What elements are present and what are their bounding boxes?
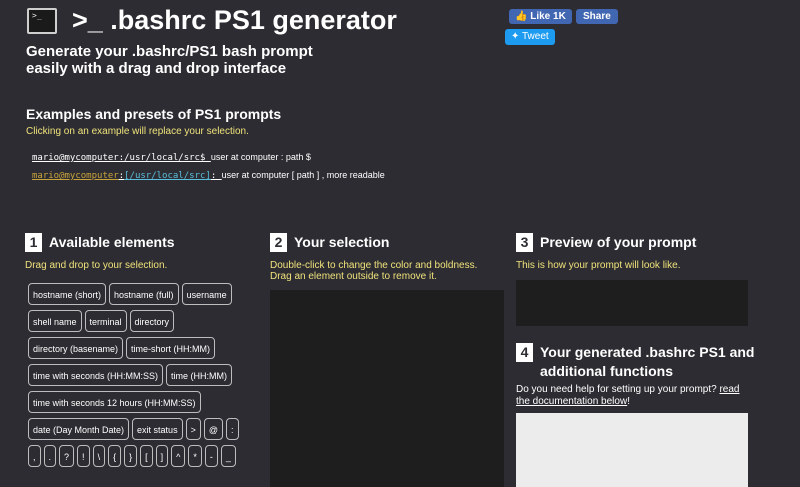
example-2-path: [/usr/local/src]: [124, 171, 211, 181]
help-suffix: !: [627, 396, 630, 407]
selection-drop-zone[interactable]: [270, 290, 504, 487]
app-title: >_ .bashrc PS1 generator: [72, 5, 397, 35]
selection-heading: 2 Your selection: [270, 233, 505, 252]
example-1-code: mario@mycomputer:/usr/local/src$: [32, 153, 211, 163]
element-button[interactable]: ^: [171, 445, 186, 467]
terminal-logo-icon: >_: [27, 8, 57, 34]
generated-section: 4 Your generated .bashrc PS1 and addition…: [516, 343, 776, 381]
available-elements-title: Available elements: [49, 234, 175, 250]
examples-heading: Examples and presets of PS1 prompts: [26, 106, 282, 122]
example-2-desc: user at computer [ path ] , more readabl…: [221, 170, 385, 180]
facebook-like-label: Like 1K: [530, 11, 566, 22]
element-button[interactable]: username: [181, 283, 232, 305]
twitter-bird-icon: ✦: [511, 31, 520, 42]
facebook-share-button[interactable]: Share: [576, 9, 618, 24]
tagline: Generate your .bashrc/PS1 bash prompt ea…: [26, 43, 313, 77]
element-button[interactable]: hostname (full): [109, 283, 179, 305]
step-number-1: 1: [25, 233, 42, 252]
element-button[interactable]: \: [92, 445, 106, 467]
example-1-desc: user at computer : path $: [210, 152, 311, 162]
preview-section: 3 Preview of your prompt This is how your…: [516, 233, 776, 271]
tweet-button[interactable]: ✦ Tweet: [505, 29, 555, 45]
element-button[interactable]: *: [188, 445, 202, 467]
element-button[interactable]: time with seconds 12 hours (HH:MM:SS): [28, 391, 201, 413]
element-button[interactable]: hostname (short): [28, 283, 107, 305]
element-button[interactable]: }: [124, 445, 138, 467]
element-button[interactable]: :: [225, 418, 239, 440]
element-button[interactable]: shell name: [28, 310, 82, 332]
examples-hint: Clicking on an example will replace your…: [26, 126, 249, 137]
selection-hint: Double-click to change the color and bol…: [270, 260, 505, 282]
element-button[interactable]: ,: [28, 445, 41, 467]
preview-title: Preview of your prompt: [540, 234, 697, 250]
example-preset-1[interactable]: mario@mycomputer:/usr/local/src$ user at…: [32, 151, 311, 164]
element-button[interactable]: ?: [59, 445, 75, 467]
element-button[interactable]: .: [43, 445, 57, 467]
example-2-user: mario@mycomputer: [32, 171, 119, 181]
facebook-like-button[interactable]: 👍 Like 1K: [509, 9, 572, 24]
generated-heading: 4 Your generated .bashrc PS1 and addition…: [516, 343, 776, 381]
element-button[interactable]: directory (basename): [28, 337, 124, 359]
step-number-3: 3: [516, 233, 533, 252]
selection-hint-line-2: Drag an element outside to remove it.: [270, 271, 437, 282]
element-button[interactable]: time with seconds (HH:MM:SS): [28, 364, 164, 386]
element-button[interactable]: terminal: [84, 310, 127, 332]
step-number-2: 2: [270, 233, 287, 252]
selection-hint-line-1: Double-click to change the color and bol…: [270, 260, 478, 271]
example-preset-2[interactable]: mario@mycomputer:[/usr/local/src]: user …: [32, 169, 385, 182]
element-button[interactable]: date (Day Month Date): [28, 418, 130, 440]
element-button[interactable]: directory: [129, 310, 175, 332]
selection-title: Your selection: [294, 234, 390, 250]
logo-prompt-text: >_: [32, 11, 42, 20]
element-button[interactable]: @: [203, 418, 223, 440]
element-button[interactable]: time-short (HH:MM): [126, 337, 216, 359]
generated-help-text: Do you need help for setting up your pro…: [516, 384, 756, 408]
prompt-preview-box: [516, 280, 748, 326]
example-2-end: :: [210, 171, 222, 181]
element-button[interactable]: {: [108, 445, 122, 467]
element-button[interactable]: -: [204, 445, 218, 467]
step-number-4: 4: [516, 343, 533, 362]
thumbs-up-icon: 👍: [515, 11, 528, 22]
element-button[interactable]: [: [140, 445, 153, 467]
element-button[interactable]: exit status: [132, 418, 183, 440]
available-elements-list: hostname (short) hostname (full) username s…: [28, 283, 253, 467]
element-button[interactable]: >: [185, 418, 201, 440]
element-button[interactable]: !: [77, 445, 90, 467]
selection-section: 2 Your selection Double-click to change t…: [270, 233, 505, 282]
help-prefix: Do you need help for setting up your pro…: [516, 384, 720, 395]
preview-hint: This is how your prompt will look like.: [516, 260, 681, 271]
preview-heading: 3 Preview of your prompt: [516, 233, 776, 252]
element-button[interactable]: time (HH:MM): [166, 364, 233, 386]
generated-code-textarea[interactable]: [516, 413, 748, 487]
available-elements-section: 1 Available elements Drag and drop to you…: [25, 233, 255, 271]
available-elements-hint: Drag and drop to your selection.: [25, 260, 168, 271]
tweet-label: Tweet: [522, 31, 549, 42]
element-button[interactable]: ]: [155, 445, 169, 467]
available-elements-heading: 1 Available elements: [25, 233, 255, 252]
element-button[interactable]: _: [220, 445, 236, 467]
generated-title: Your generated .bashrc PS1 and additiona…: [540, 344, 755, 379]
